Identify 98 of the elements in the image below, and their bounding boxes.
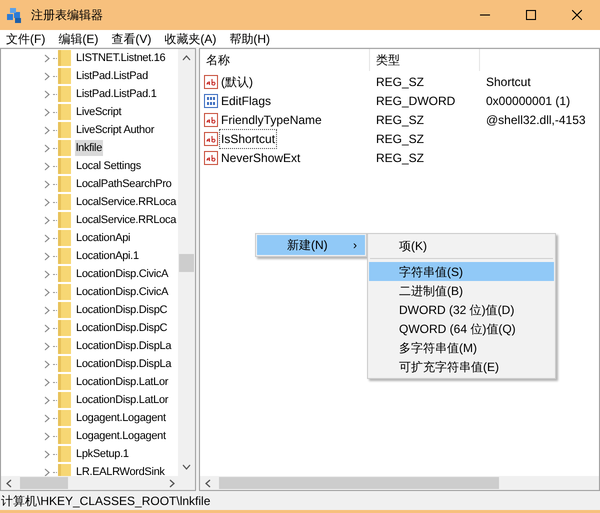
- binary-value-icon: [204, 94, 218, 108]
- value-name[interactable]: NeverShowExt: [220, 148, 302, 166]
- column-header[interactable]: 名称: [206, 51, 230, 69]
- tree-item[interactable]: Local Settings: [75, 158, 142, 174]
- scrollbar-thumb[interactable]: [179, 254, 194, 272]
- string-value-icon: [204, 74, 218, 88]
- horizontal-scrollbar[interactable]: [1, 476, 195, 490]
- value-type: REG_SZ: [376, 74, 424, 88]
- tree-item[interactable]: LocalService.RRLoca: [75, 212, 178, 228]
- horizontal-scrollbar[interactable]: [200, 476, 599, 490]
- folder-icon: [58, 176, 71, 192]
- menu-item[interactable]: 文件(F): [0, 30, 52, 48]
- scroll-down-icon[interactable]: [182, 464, 191, 470]
- window-title: 注册表编辑器: [31, 7, 103, 24]
- menu-item[interactable]: 查看(V): [105, 30, 158, 48]
- value-name[interactable]: IsShortcut: [220, 130, 276, 148]
- tree-item[interactable]: LocalPathSearchPro: [75, 176, 172, 192]
- folder-icon: [58, 410, 71, 426]
- folder-icon: [58, 302, 71, 318]
- scroll-left-icon[interactable]: [205, 478, 211, 488]
- menu-item[interactable]: 编辑(E): [52, 30, 104, 48]
- folder-icon: [58, 158, 71, 174]
- folder-icon: [58, 284, 71, 300]
- folder-icon: [58, 140, 71, 156]
- folder-icon: [58, 392, 71, 408]
- tree-item[interactable]: LocationDisp.DispC: [75, 320, 168, 336]
- tree-item[interactable]: LISTNET.Listnet.16: [75, 50, 166, 66]
- folder-icon: [58, 122, 71, 138]
- tree-item[interactable]: Logagent.Logagent: [75, 410, 167, 426]
- value-data: @shell32.dll,-4153: [485, 112, 586, 128]
- folder-icon: [58, 194, 71, 210]
- folder-icon: [58, 320, 71, 336]
- value-name[interactable]: (默认): [220, 72, 254, 90]
- menu-item[interactable]: 项(K): [369, 236, 554, 255]
- tree-item[interactable]: LocationDisp.LatLor: [75, 374, 170, 390]
- value-data: Shortcut: [485, 74, 531, 90]
- value-type: REG_SZ: [376, 112, 424, 126]
- menu-item[interactable]: 新建(N) ›: [257, 235, 365, 255]
- folder-icon: [58, 248, 71, 264]
- expand-icon[interactable]: [44, 468, 50, 476]
- tree-item[interactable]: LocationDisp.CivicA: [75, 266, 170, 282]
- tree-item[interactable]: LocationDisp.DispLa: [75, 356, 172, 372]
- folder-icon: [58, 446, 71, 462]
- tree-item[interactable]: LocationDisp.LatLor: [75, 392, 170, 408]
- value-name[interactable]: EditFlags: [220, 92, 272, 110]
- menu-item[interactable]: 帮助(H): [223, 30, 276, 48]
- tree-item[interactable]: ListPad.ListPad: [75, 68, 149, 84]
- scroll-up-icon[interactable]: [182, 55, 191, 61]
- tree-item[interactable]: LocationApi: [75, 230, 132, 246]
- value-data: 0x00000001 (1): [485, 92, 570, 110]
- close-icon: [572, 10, 582, 20]
- tree-item[interactable]: LocationDisp.DispLa: [75, 338, 172, 354]
- menu-item[interactable]: 多字符串值(M): [369, 338, 554, 357]
- tree-item[interactable]: LocationApi.1: [75, 248, 140, 264]
- registry-icon: [6, 6, 23, 24]
- tree-item[interactable]: Logagent.Logagent: [75, 428, 167, 444]
- folder-icon: [58, 68, 71, 84]
- tree-item[interactable]: LiveScript: [75, 104, 122, 120]
- tree-item[interactable]: LocationDisp.DispC: [75, 302, 168, 318]
- string-value-icon: [204, 112, 218, 126]
- menu-item[interactable]: 收藏夹(A): [158, 30, 222, 48]
- tree-item[interactable]: LocationDisp.CivicA: [75, 284, 170, 300]
- status-path: 计算机\HKEY_CLASSES_ROOT\lnkfile: [1, 492, 210, 510]
- maximize-icon: [526, 10, 536, 20]
- vertical-scrollbar[interactable]: [178, 49, 195, 476]
- string-value-icon: [204, 150, 218, 164]
- string-value-icon: [204, 132, 218, 146]
- folder-icon: [58, 86, 71, 102]
- tree-item[interactable]: ListPad.ListPad.1: [75, 86, 158, 102]
- folder-icon: [58, 230, 71, 246]
- value-type: REG_SZ: [376, 150, 424, 164]
- folder-icon: [58, 464, 71, 476]
- folder-icon: [58, 338, 71, 354]
- folder-icon: [58, 212, 71, 228]
- scroll-right-icon[interactable]: [169, 478, 175, 488]
- folder-icon: [58, 356, 71, 372]
- menu-item[interactable]: 字符串值(S): [369, 262, 554, 281]
- tree-item[interactable]: LR.EALRWordSink: [75, 464, 166, 476]
- tree-item[interactable]: LocalService.RRLoca: [75, 194, 178, 210]
- menu-item[interactable]: DWORD (32 位)值(D): [369, 300, 554, 319]
- scrollbar-thumb[interactable]: [219, 477, 499, 489]
- value-type: REG_DWORD: [376, 94, 456, 108]
- tree-item[interactable]: LiveScript Author: [75, 122, 156, 138]
- value-type: REG_SZ: [376, 132, 424, 146]
- menu-item[interactable]: 二进制值(B): [369, 281, 554, 300]
- folder-icon: [58, 104, 71, 120]
- value-name[interactable]: FriendlyTypeName: [220, 110, 323, 128]
- folder-icon: [58, 50, 71, 66]
- folder-icon: [58, 374, 71, 390]
- tree-item[interactable]: lnkfile: [75, 140, 104, 156]
- folder-icon: [58, 428, 71, 444]
- menu-item[interactable]: 可扩充字符串值(E): [369, 357, 554, 376]
- column-header[interactable]: 类型: [376, 51, 400, 69]
- folder-icon: [58, 266, 71, 282]
- scroll-left-icon[interactable]: [6, 478, 12, 488]
- tree-item[interactable]: LpkSetup.1: [75, 446, 130, 462]
- scrollbar-thumb[interactable]: [20, 477, 68, 489]
- menu-item[interactable]: QWORD (64 位)值(Q): [369, 319, 554, 338]
